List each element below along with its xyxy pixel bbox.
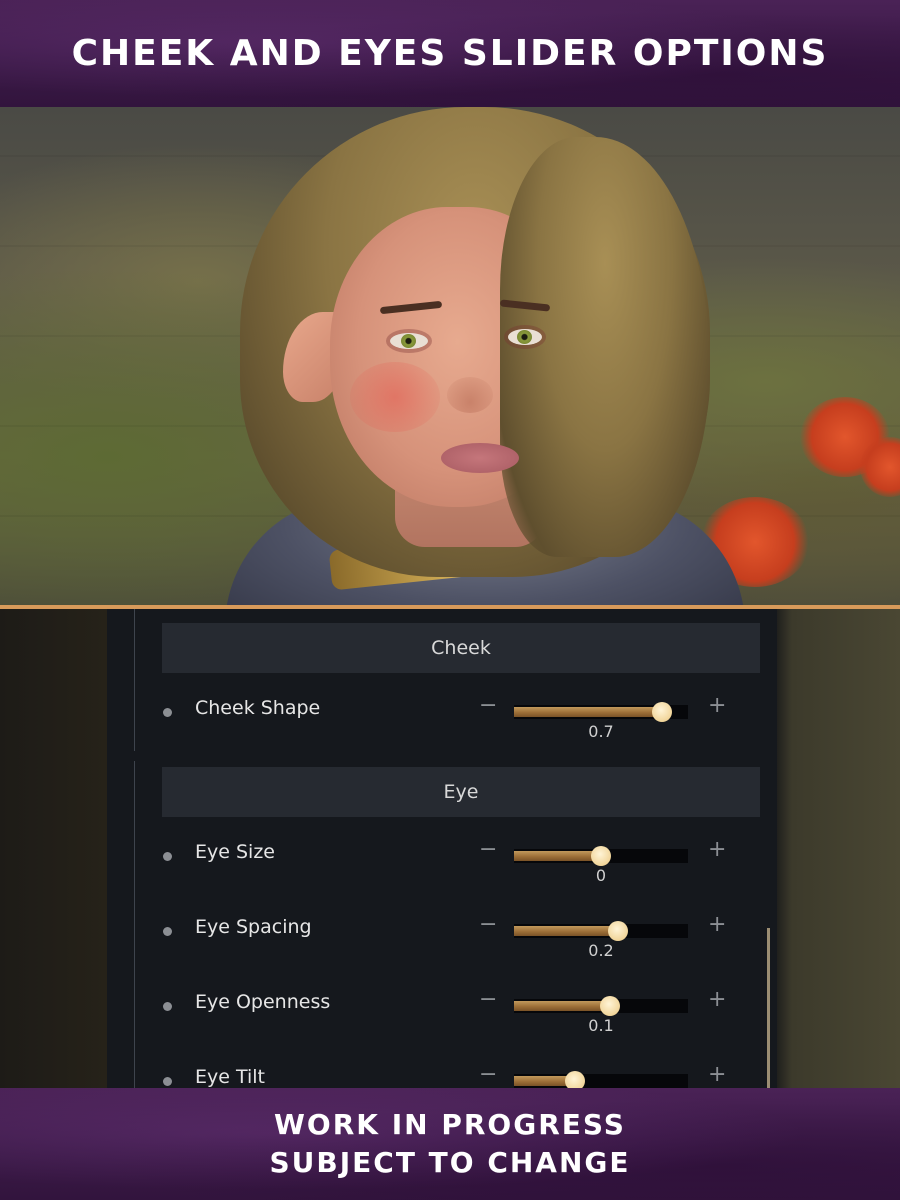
decrease-button[interactable]: − xyxy=(479,1062,497,1087)
slider-fill xyxy=(514,1001,610,1011)
slider-thumb[interactable] xyxy=(591,846,611,866)
slider-row-cheek-shape: Cheek Shape − + 0.7 xyxy=(107,693,777,745)
slider-track[interactable] xyxy=(514,921,688,941)
increase-button[interactable]: + xyxy=(708,912,726,937)
scrollbar[interactable] xyxy=(767,928,770,1088)
slider-label: Cheek Shape xyxy=(195,697,321,719)
section-title: Eye xyxy=(443,781,479,803)
slider-panel: Cheek Cheek Shape − + 0.7 Eye Eye Size −… xyxy=(107,609,777,1088)
slider-row-eye-spacing: Eye Spacing − + 0.2 xyxy=(107,912,777,964)
banner-title: CHEEK AND EYES SLIDER OPTIONS xyxy=(71,33,829,74)
disclaimer-line-1: WORK IN PROGRESS xyxy=(274,1108,626,1141)
slider-row-eye-size: Eye Size − + 0 xyxy=(107,837,777,889)
disclaimer-line-2: SUBJECT TO CHANGE xyxy=(269,1146,631,1179)
increase-button[interactable]: + xyxy=(708,837,726,862)
decrease-button[interactable]: − xyxy=(479,987,497,1012)
slider-thumb[interactable] xyxy=(608,921,629,941)
section-header-cheek[interactable]: Cheek xyxy=(162,623,760,673)
character-preview xyxy=(0,107,900,607)
slider-track[interactable] xyxy=(514,702,688,722)
decrease-button[interactable]: − xyxy=(479,837,497,862)
disclaimer-banner: WORK IN PROGRESS SUBJECT TO CHANGE xyxy=(0,1088,900,1200)
slider-track[interactable] xyxy=(514,996,688,1016)
slider-fill xyxy=(514,707,662,717)
slider-track[interactable] xyxy=(514,1071,688,1088)
character-eye-left xyxy=(390,333,428,349)
increase-button[interactable]: + xyxy=(708,987,726,1012)
slider-value: 0.1 xyxy=(588,1016,614,1035)
decrease-button[interactable]: − xyxy=(479,693,497,718)
increase-button[interactable]: + xyxy=(708,693,726,718)
slider-thumb[interactable] xyxy=(651,702,672,722)
slider-thumb[interactable] xyxy=(599,996,620,1016)
slider-thumb[interactable] xyxy=(564,1071,585,1088)
slider-value: 0.2 xyxy=(588,941,614,960)
slider-row-eye-tilt: Eye Tilt − + xyxy=(107,1062,777,1088)
title-banner: CHEEK AND EYES SLIDER OPTIONS xyxy=(0,0,900,107)
slider-row-eye-openness: Eye Openness − + 0.1 xyxy=(107,987,777,1039)
slider-track[interactable] xyxy=(514,846,688,866)
section-header-eye[interactable]: Eye xyxy=(162,767,760,817)
decrease-button[interactable]: − xyxy=(479,912,497,937)
increase-button[interactable]: + xyxy=(708,1062,726,1087)
slider-label: Eye Openness xyxy=(195,991,331,1013)
slider-value: 0 xyxy=(595,866,607,885)
character-lips xyxy=(441,443,519,473)
slider-label: Eye Tilt xyxy=(195,1066,266,1088)
slider-label: Eye Size xyxy=(195,841,275,863)
character-eye-right xyxy=(508,329,542,345)
slider-label: Eye Spacing xyxy=(195,916,312,938)
slider-value: 0.7 xyxy=(588,722,614,741)
slider-fill xyxy=(514,851,601,861)
section-title: Cheek xyxy=(431,637,491,659)
slider-fill xyxy=(514,926,619,936)
